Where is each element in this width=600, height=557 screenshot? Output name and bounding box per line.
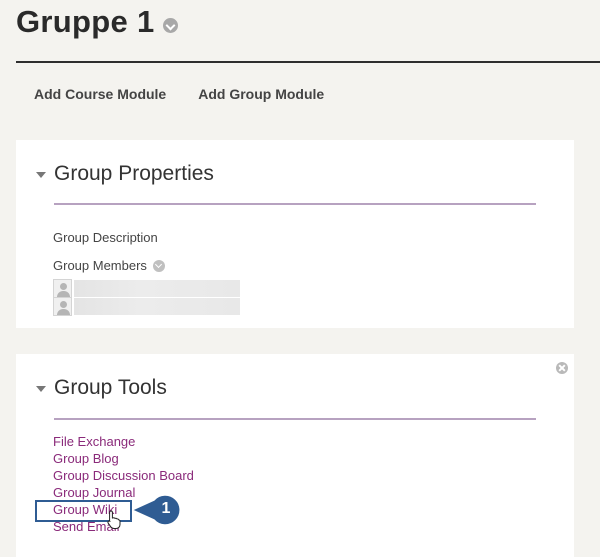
group-members-label: Group Members [53,258,147,273]
member-item [53,279,240,298]
chevron-down-icon[interactable] [152,259,165,272]
close-icon[interactable] [556,362,568,374]
panel-divider [54,203,536,205]
add-course-module-button[interactable]: Add Course Module [34,86,166,102]
group-members-row: Group Members [53,258,165,273]
avatar-icon [53,279,72,298]
panel-title: Group Properties [54,162,214,185]
panel-header: Group Tools [36,376,167,400]
avatar-icon [53,297,72,316]
group-discussion-board-link[interactable]: Group Discussion Board [53,468,194,483]
member-name-redacted [74,280,240,297]
panel-header: Group Properties [36,162,214,186]
group-properties-panel: Group Properties Group Description Group… [16,140,574,328]
hand-cursor-icon [107,510,121,529]
file-exchange-link[interactable]: File Exchange [53,434,135,449]
group-tools-panel: Group Tools File Exchange Group Blog Gro… [16,354,574,557]
collapse-triangle-icon[interactable] [36,172,46,178]
member-item [53,297,240,316]
group-journal-link[interactable]: Group Journal [53,485,135,500]
title-divider [16,61,600,63]
page-title: Gruppe 1 [16,4,155,39]
action-bar: Add Course Module Add Group Module [34,86,324,102]
list-item: Group Discussion Board [53,467,194,484]
list-item: File Exchange [53,433,194,450]
group-blog-link[interactable]: Group Blog [53,451,119,466]
callout-number: 1 [161,500,171,517]
page: Gruppe 1 Add Course Module Add Group Mod… [0,0,600,557]
collapse-triangle-icon[interactable] [36,386,46,392]
add-group-module-button[interactable]: Add Group Module [198,86,324,102]
panel-divider [54,418,536,420]
group-description-label: Group Description [53,230,158,245]
chevron-down-icon[interactable] [163,17,179,33]
member-name-redacted [74,298,240,315]
panel-title: Group Tools [54,376,167,399]
callout-badge: 1 [130,494,184,526]
list-item: Group Blog [53,450,194,467]
title-row: Gruppe 1 [16,0,179,44]
